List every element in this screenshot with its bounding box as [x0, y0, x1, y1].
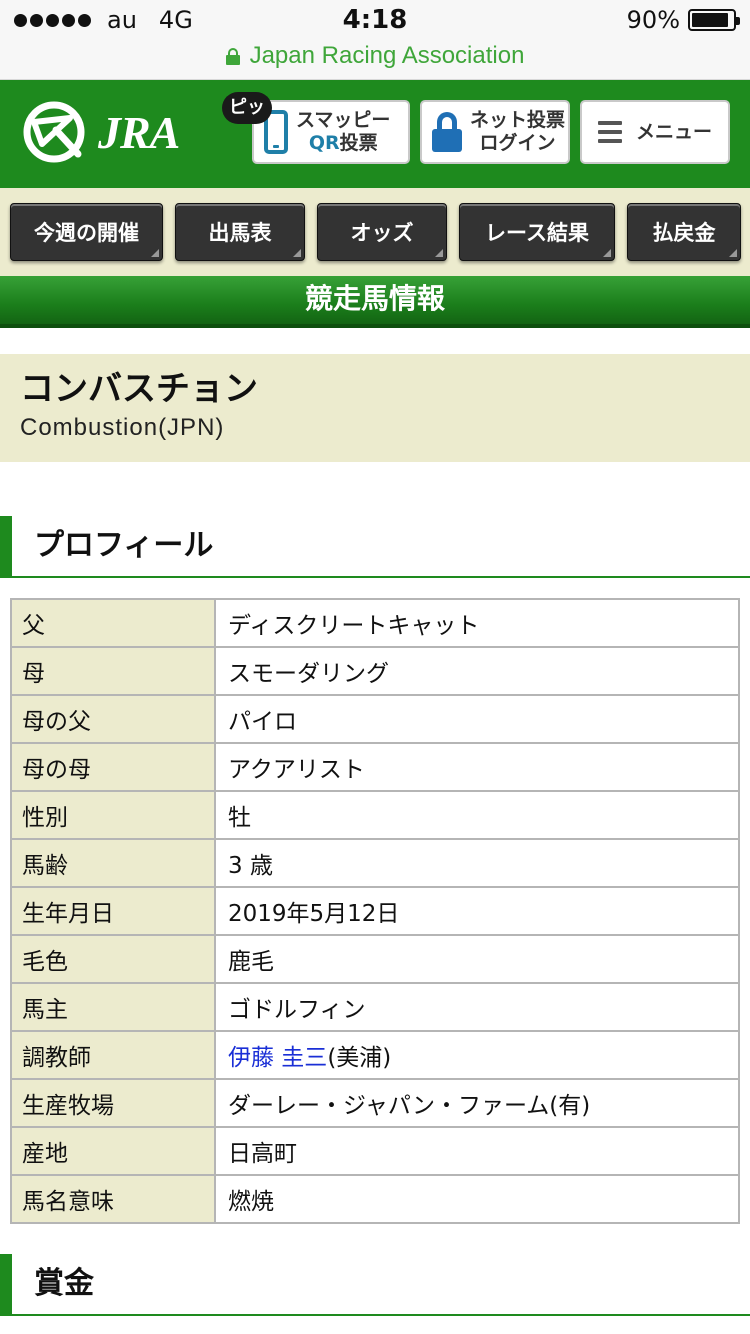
horse-header: コンバスチョン Combustion(JPN) — [0, 354, 750, 462]
table-row: 馬齢 3 歳 — [10, 838, 740, 888]
hamburger-menu-icon — [597, 121, 622, 143]
battery-percent: 90% — [626, 6, 680, 34]
nav-race-results[interactable]: レース結果 — [459, 203, 615, 261]
horse-name-en: Combustion(JPN) — [20, 414, 225, 441]
row-value: 鹿毛 — [214, 934, 740, 984]
table-row: 馬名意味 燃焼 — [10, 1174, 740, 1224]
secure-lock-icon — [225, 48, 240, 65]
smappy-qr-vote-button[interactable]: スマッピー QR投票 — [252, 100, 410, 164]
table-row: 父ディスクリートキャット — [10, 598, 740, 648]
row-label: 母の母 — [10, 742, 216, 792]
qr-button-line1: スマッピー — [296, 109, 391, 131]
status-right: 90% — [626, 6, 740, 34]
page-title: 競走馬情報 — [0, 276, 750, 328]
profile-heading: プロフィール — [0, 516, 750, 578]
jra-logo[interactable]: JRA — [20, 100, 180, 164]
prize-heading: 賞金 — [0, 1254, 750, 1316]
row-label: 性別 — [10, 790, 216, 840]
trainer-affiliation: (美浦) — [327, 1045, 392, 1071]
padlock-icon — [432, 112, 462, 152]
nav-payouts[interactable]: 払戻金 — [627, 203, 741, 261]
nav-entries[interactable]: 出馬表 — [175, 203, 305, 261]
table-row: 母の父 パイロ — [10, 694, 740, 744]
nav-this-week[interactable]: 今週の開催 — [10, 203, 163, 261]
status-bar: au 4G 4:18 90% — [0, 0, 750, 40]
menu-button[interactable]: メニュー — [580, 100, 730, 164]
row-value: 2019年5月12日 — [214, 886, 740, 936]
row-label: 馬主 — [10, 982, 216, 1032]
row-value: パイロ — [214, 694, 740, 744]
table-row: 生産牧場 ダーレー・ジャパン・ファーム(有) — [10, 1078, 740, 1128]
row-label: 馬名意味 — [10, 1174, 216, 1224]
net-vote-login-button[interactable]: ネット投票 ログイン — [420, 100, 570, 164]
row-value: ゴドルフィン — [214, 982, 740, 1032]
table-row: 産地 日高町 — [10, 1126, 740, 1176]
site-name: Japan Racing Association — [249, 42, 525, 69]
table-row: 馬主 ゴドルフィン — [10, 982, 740, 1032]
logo-text: JRA — [98, 106, 180, 158]
row-label: 調教師 — [10, 1030, 216, 1080]
row-value: 牡 — [214, 790, 740, 840]
address-bar[interactable]: Japan Racing Association — [0, 40, 750, 80]
row-label: 父 — [10, 598, 216, 648]
nav-odds[interactable]: オッズ — [317, 203, 447, 261]
battery-fill — [692, 13, 728, 27]
row-label: 毛色 — [10, 934, 216, 984]
profile-table: 父ディスクリートキャット 母スモーダリング 母の父 パイロ 母の母 アクアリスト 性… — [10, 598, 740, 1224]
row-label: 母 — [10, 646, 216, 696]
row-value: ダーレー・ジャパン・ファーム(有) — [214, 1078, 740, 1128]
table-row: 毛色 鹿毛 — [10, 934, 740, 984]
row-value: アクアリスト — [214, 742, 740, 792]
table-row: 母の母 アクアリスト — [10, 742, 740, 792]
login-button-line1: ネット投票 — [470, 109, 566, 131]
row-value: 伊藤 圭三(美浦) — [214, 1030, 740, 1080]
row-label: 生年月日 — [10, 886, 216, 936]
login-button-line2: ログイン — [479, 132, 556, 154]
row-label: 産地 — [10, 1126, 216, 1176]
table-row: 母スモーダリング — [10, 646, 740, 696]
row-value: 日高町 — [214, 1126, 740, 1176]
row-label: 母の父 — [10, 694, 216, 744]
table-row: 調教師 伊藤 圭三(美浦) — [10, 1030, 740, 1080]
row-value: 燃焼 — [214, 1174, 740, 1224]
main-nav: 今週の開催 出馬表 オッズ レース結果 払戻金 — [0, 188, 750, 276]
row-value: ディスクリートキャット — [214, 598, 740, 648]
menu-label: メニュー — [635, 120, 712, 143]
site-header: JRA スマッピー QR投票 ピッ ネット投票 ログイン メニュー — [0, 80, 750, 188]
qr-text: QR — [308, 132, 340, 154]
pitt-badge: ピッ — [222, 92, 272, 124]
row-value: 3 歳 — [214, 838, 740, 888]
battery-icon — [688, 9, 740, 31]
qr-vote-text: 投票 — [339, 132, 378, 154]
table-row: 性別牡 — [10, 790, 740, 840]
table-row: 生年月日 2019年5月12日 — [10, 886, 740, 936]
row-label: 馬齢 — [10, 838, 216, 888]
horse-name-jp: コンバスチョン — [20, 369, 258, 409]
jra-emblem-icon — [23, 101, 85, 163]
row-label: 生産牧場 — [10, 1078, 216, 1128]
trainer-link[interactable]: 伊藤 圭三 — [228, 1045, 327, 1071]
row-value: スモーダリング — [214, 646, 740, 696]
